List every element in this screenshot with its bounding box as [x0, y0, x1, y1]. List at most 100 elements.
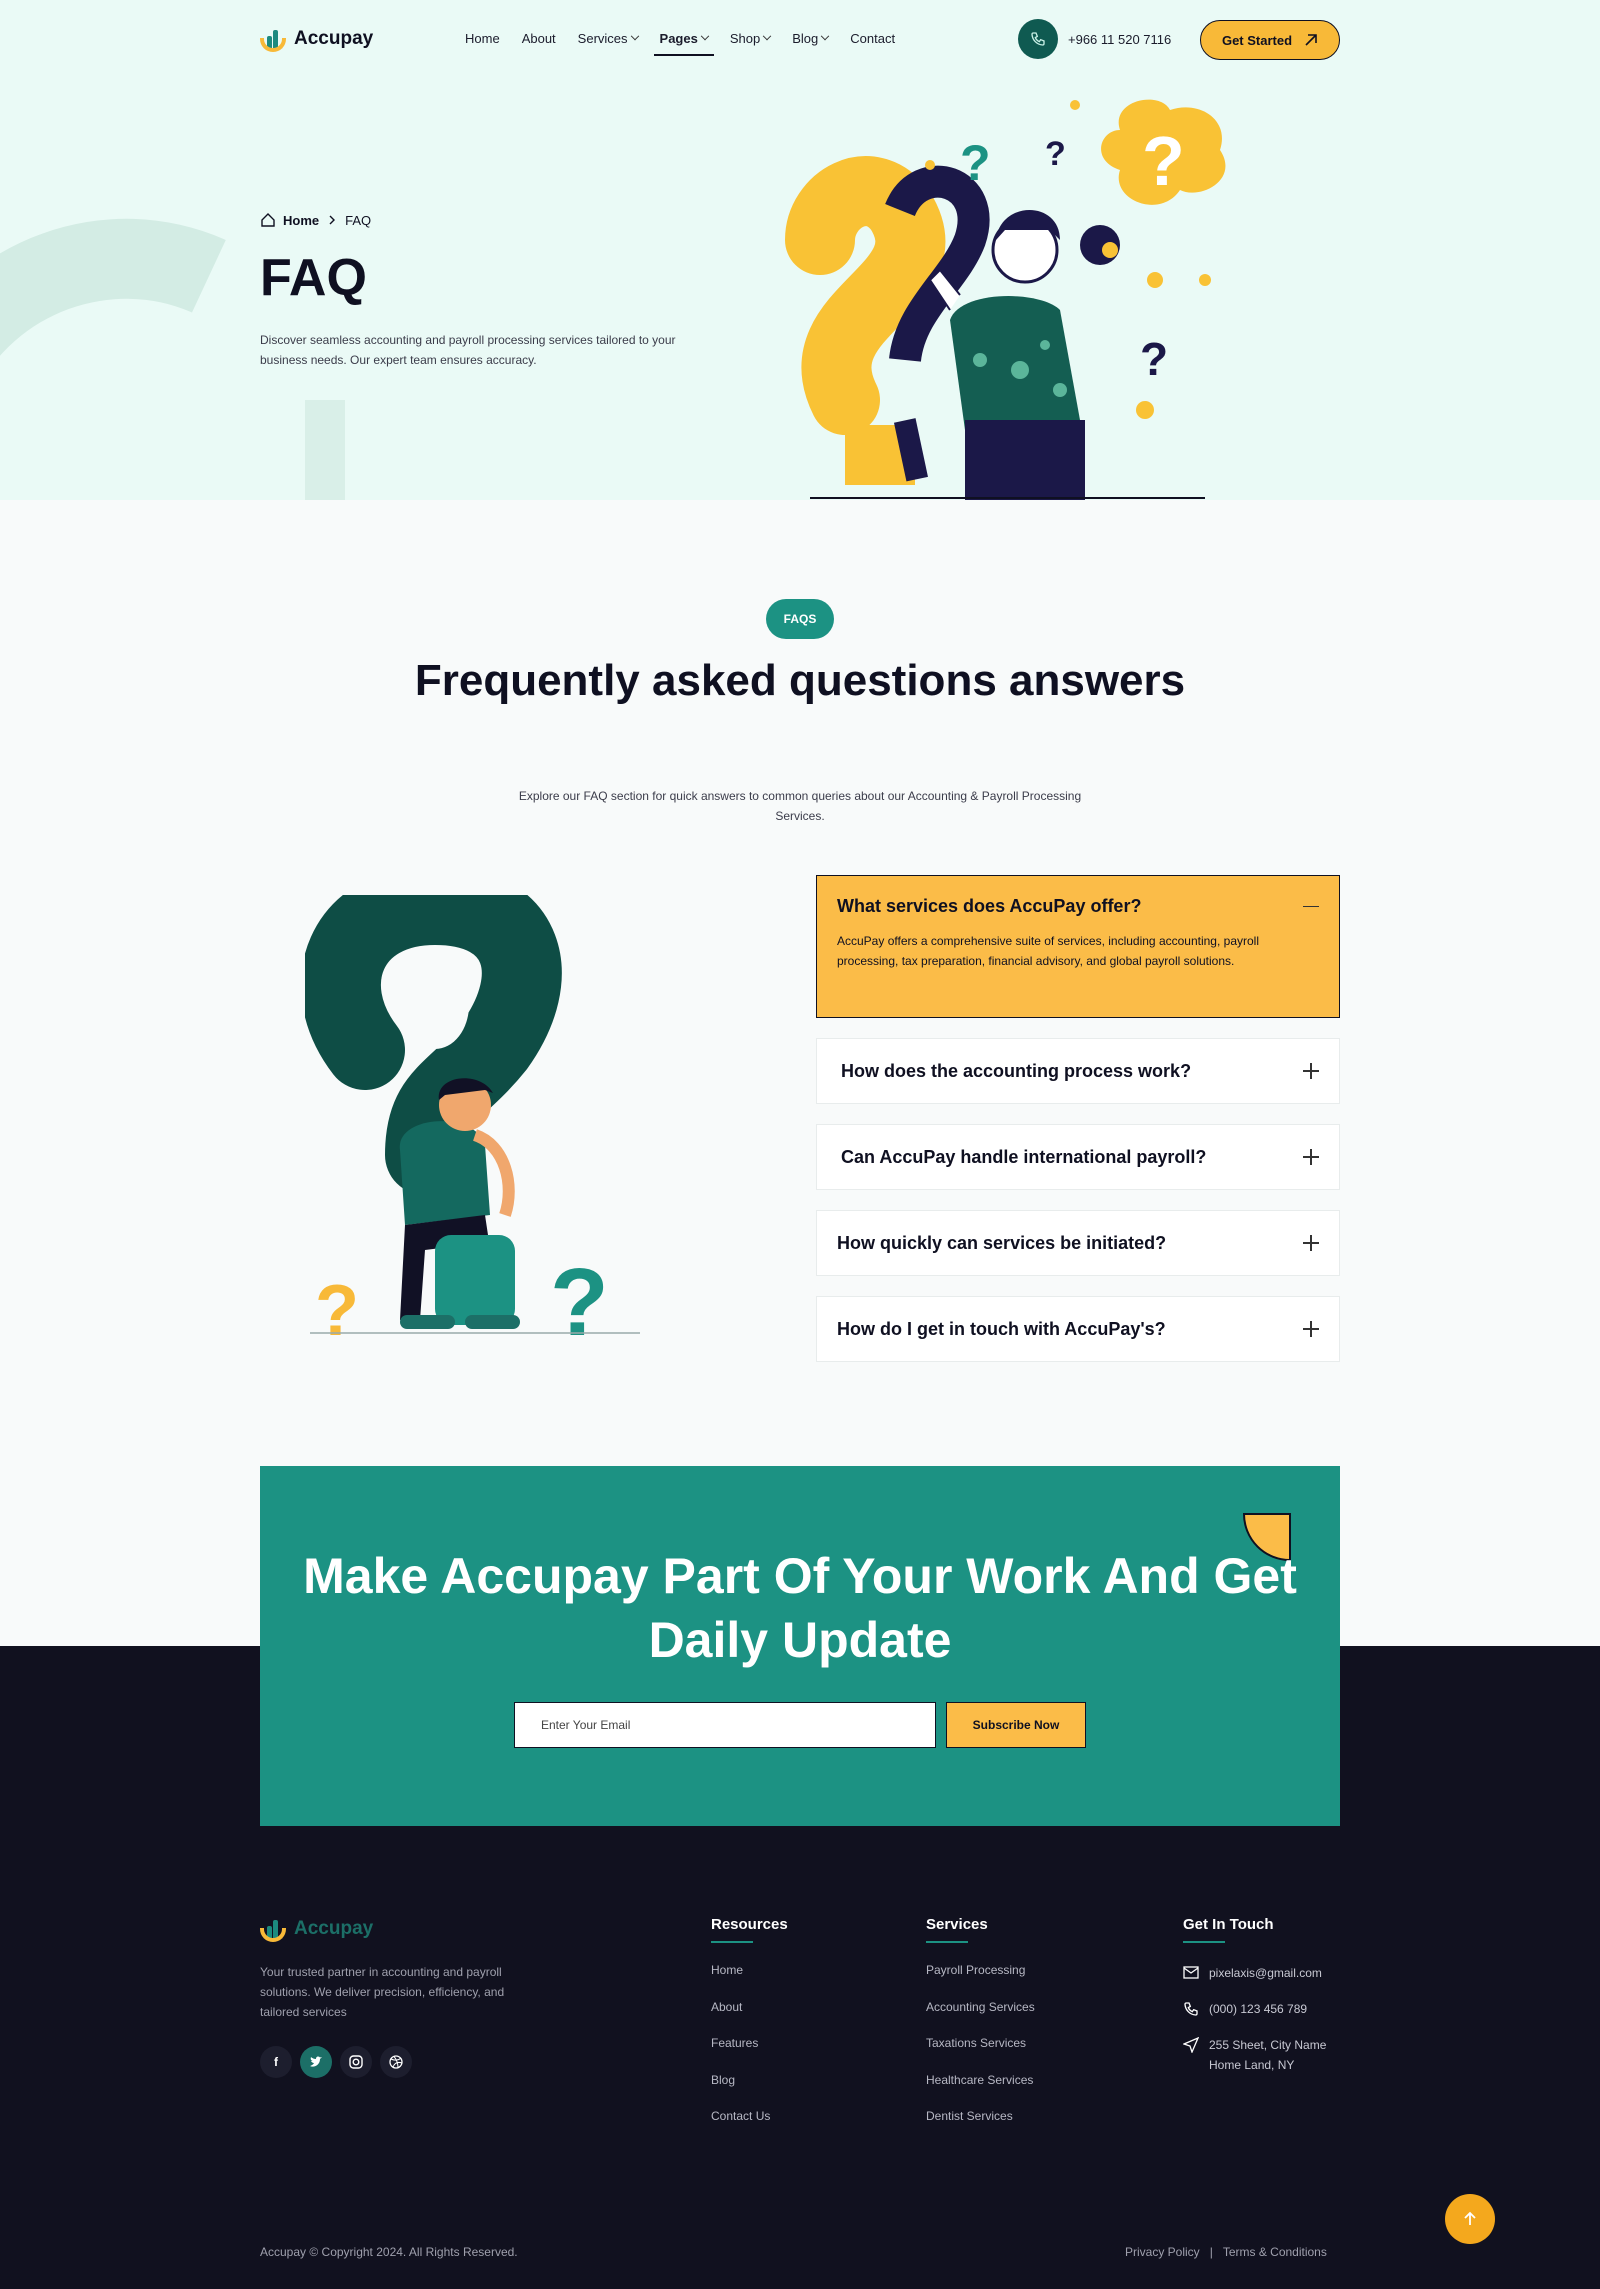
top-navigation: Accupay Home About Services Pages Shop B…: [0, 0, 1600, 80]
footer-contact: Get In Touch pixelaxis@gmail.com (000) 1…: [1183, 1916, 1343, 2091]
faq-answer: AccuPay offers a comprehensive suite of …: [837, 934, 1259, 968]
hero-section: Accupay Home About Services Pages Shop B…: [0, 0, 1600, 500]
arrow-up-icon: [1464, 2211, 1476, 2225]
faq-question: Can AccuPay handle international payroll…: [841, 1146, 1207, 1167]
nav-item-blog[interactable]: Blog: [792, 31, 830, 46]
chevron-right-icon: [329, 215, 336, 225]
legal-links: Privacy Policy | Terms & Conditions: [1125, 2245, 1327, 2259]
contact-email[interactable]: pixelaxis@gmail.com: [1183, 1963, 1343, 1983]
brand-name: Accupay: [294, 1918, 374, 1939]
footer-services: Services Payroll Processing Accounting S…: [926, 1916, 1035, 2146]
logo-icon: [260, 26, 288, 52]
footer-link-contact[interactable]: Contact Us: [711, 2109, 788, 2146]
social-links: f: [260, 2046, 412, 2078]
mail-icon: [1183, 1966, 1199, 1979]
faq-illustration: ? ?: [305, 895, 640, 1345]
location-send-icon: [1183, 2037, 1199, 2053]
footer-link-blog[interactable]: Blog: [711, 2073, 788, 2110]
breadcrumb-current: FAQ: [345, 212, 372, 228]
footer-link-home[interactable]: Home: [711, 1963, 788, 2000]
phone-contact[interactable]: +966 11 520 7116: [1018, 19, 1171, 59]
svg-text:?: ?: [1140, 333, 1168, 385]
svg-text:?: ?: [1142, 122, 1185, 200]
dribbble-icon[interactable]: [380, 2046, 412, 2078]
divider: |: [1209, 2245, 1213, 2259]
page-title: FAQ: [260, 249, 367, 307]
chevron-down-icon: [762, 31, 772, 40]
brand-name: Accupay: [294, 28, 374, 49]
brand-logo[interactable]: Accupay: [260, 26, 373, 52]
phone-number: +966 11 520 7116: [1068, 31, 1172, 47]
plus-icon[interactable]: [1303, 1235, 1319, 1251]
chevron-down-icon: [821, 31, 830, 40]
footer-link-healthcare[interactable]: Healthcare Services: [926, 2073, 1035, 2110]
footer-link-features[interactable]: Features: [711, 2036, 788, 2073]
hero-background-shape: [305, 400, 345, 500]
minus-icon[interactable]: [1303, 899, 1319, 915]
nav-item-pages[interactable]: Pages: [653, 31, 715, 56]
contact-phone[interactable]: (000) 123 456 789: [1183, 1999, 1343, 2019]
nav-item-services[interactable]: Services: [578, 31, 639, 46]
footer-link-dentist[interactable]: Dentist Services: [926, 2109, 1035, 2146]
privacy-policy-link[interactable]: Privacy Policy: [1125, 2245, 1200, 2259]
plus-icon[interactable]: [1303, 1063, 1319, 1079]
faq-badge: FAQS: [766, 599, 834, 639]
footer-logo[interactable]: Accupay: [260, 1916, 373, 1942]
phone-icon: [1184, 2002, 1198, 2016]
logo-icon: [260, 1916, 288, 1942]
footer-link-accounting[interactable]: Accounting Services: [926, 2000, 1035, 2037]
faq-question: How quickly can services be initiated?: [837, 1232, 1167, 1253]
hero-background-shape: [0, 151, 425, 500]
faq-question: How does the accounting process work?: [841, 1060, 1192, 1081]
footer-description: Your trusted partner in accounting and p…: [260, 1965, 505, 2019]
contact-heading: Get In Touch: [1183, 1916, 1343, 1943]
facebook-icon[interactable]: f: [260, 2046, 292, 2078]
plus-icon[interactable]: [1303, 1321, 1319, 1337]
faq-item[interactable]: How do I get in touch with AccuPay's?: [816, 1296, 1340, 1362]
faq-section-subtitle: Explore our FAQ section for quick answer…: [518, 789, 1082, 823]
contact-address: 255 Sheet, City Name Home Land, NY: [1183, 2035, 1343, 2075]
footer-link-payroll[interactable]: Payroll Processing: [926, 1963, 1035, 2000]
newsletter-title: Make Accupay Part Of Your Work And Get D…: [303, 1548, 1297, 1668]
faq-item[interactable]: How does the accounting process work?: [816, 1038, 1340, 1104]
svg-text:?: ?: [960, 135, 991, 191]
nav-item-home[interactable]: Home: [465, 31, 500, 46]
breadcrumb: Home FAQ: [260, 212, 371, 228]
hero-description: Discover seamless accounting and payroll…: [260, 333, 676, 367]
faq-section-title: Frequently asked questions answers: [414, 656, 1186, 705]
faq-item[interactable]: Can AccuPay handle international payroll…: [816, 1124, 1340, 1190]
faq-item-open[interactable]: What services does AccuPay offer? AccuPa…: [816, 875, 1340, 1018]
subscribe-button[interactable]: Subscribe Now: [946, 1702, 1086, 1748]
services-heading: Services: [926, 1916, 1035, 1943]
nav-item-contact[interactable]: Contact: [850, 31, 895, 46]
chevron-down-icon: [630, 31, 639, 40]
svg-text:?: ?: [315, 1271, 359, 1345]
nav-item-shop[interactable]: Shop: [730, 31, 772, 46]
phone-icon: [1018, 19, 1058, 59]
get-started-button[interactable]: Get Started: [1200, 20, 1340, 60]
nav-item-about[interactable]: About: [522, 31, 556, 46]
chevron-down-icon: [700, 31, 710, 40]
resources-heading: Resources: [711, 1916, 788, 1943]
svg-text:?: ?: [1045, 135, 1066, 173]
email-input[interactable]: Enter Your Email: [514, 1702, 936, 1748]
footer-resources: Resources Home About Features Blog Conta…: [711, 1916, 788, 2146]
home-icon: [261, 213, 275, 227]
faq-item[interactable]: How quickly can services be initiated?: [816, 1210, 1340, 1276]
copyright: Accupay © Copyright 2024. All Rights Res…: [260, 2245, 518, 2259]
instagram-icon[interactable]: [340, 2046, 372, 2078]
hero-illustration: ? ? ? ?: [785, 99, 1226, 500]
twitter-icon[interactable]: [300, 2046, 332, 2078]
faq-question: What services does AccuPay offer?: [837, 896, 1142, 916]
plus-icon[interactable]: [1303, 1149, 1319, 1165]
main-menu: Home About Services Pages Shop Blog Cont…: [465, 31, 895, 56]
terms-link[interactable]: Terms & Conditions: [1223, 2245, 1327, 2259]
footer-link-about[interactable]: About: [711, 2000, 788, 2037]
footer-link-taxations[interactable]: Taxations Services: [926, 2036, 1035, 2073]
svg-text:?: ?: [550, 1249, 609, 1345]
arrow-up-right-icon: [1305, 34, 1317, 46]
faq-question: How do I get in touch with AccuPay's?: [837, 1318, 1166, 1339]
back-to-top-button[interactable]: [1445, 2194, 1495, 2244]
newsletter-banner: Make Accupay Part Of Your Work And Get D…: [260, 1466, 1340, 1826]
breadcrumb-home[interactable]: Home: [283, 213, 319, 228]
